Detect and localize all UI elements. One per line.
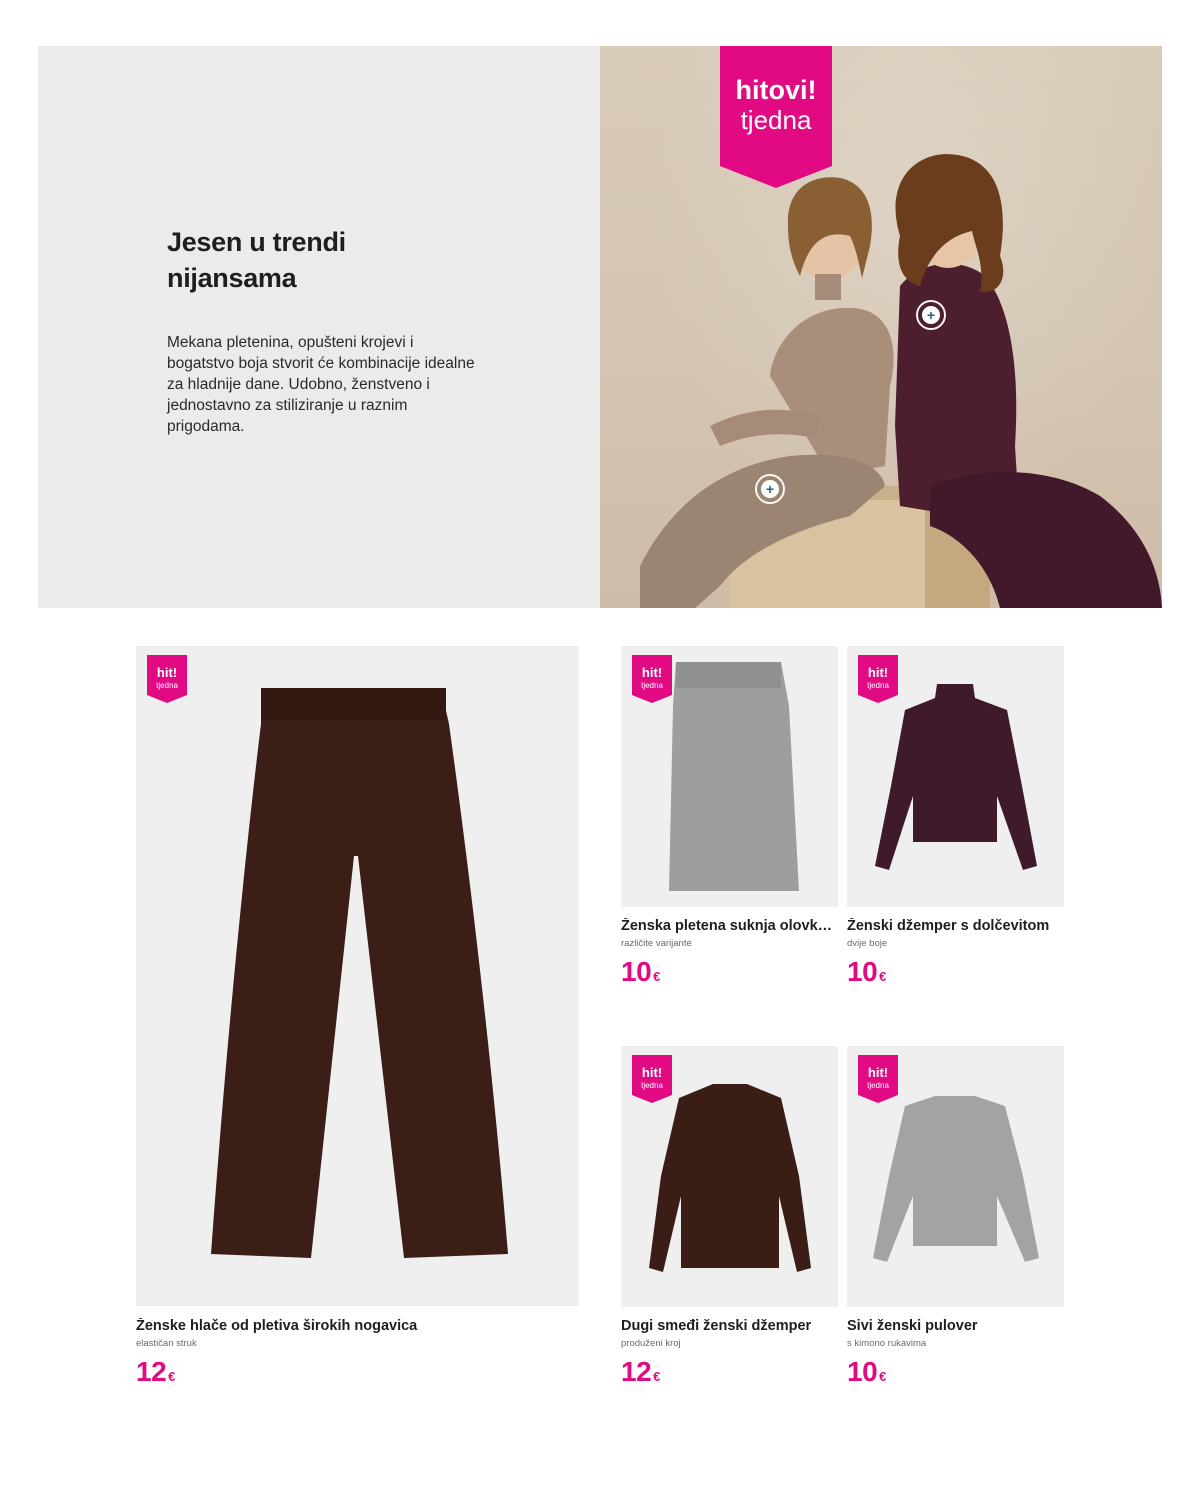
product-price: 10 € [847, 956, 886, 988]
product-title[interactable]: Ženski džemper s dolčevitom [847, 918, 1064, 934]
product-image[interactable]: hit! tjedna [621, 1046, 838, 1307]
hit-tjedna-badge: hit! tjedna [858, 1055, 898, 1103]
badge-hit-text: hit! [641, 665, 663, 680]
hit-tjedna-badge: hit! tjedna [858, 655, 898, 703]
price-value: 12 [621, 1356, 652, 1387]
product-card[interactable]: hit! tjedna Sivi ženski pulover s kimono… [847, 1046, 1064, 1396]
badge-tjedna-text: tjedna [867, 1081, 889, 1090]
product-subtitle: dvije boje [847, 938, 888, 949]
hitovi-tjedna-badge: hitovi! tjedna [720, 46, 832, 188]
hero-title-line1: Jesen u trendi [167, 227, 346, 257]
product-image[interactable]: hit! tjedna [136, 646, 579, 1306]
product-title[interactable]: Ženske hlače od pletiva širokih nogavica [136, 1318, 579, 1334]
price-currency: € [879, 969, 887, 984]
hero-photo-illustration [640, 154, 1162, 608]
price-value: 10 [621, 956, 652, 987]
hit-tjedna-badge: hit! tjedna [632, 655, 672, 703]
hero-photo: hitovi! tjedna + + [600, 46, 1162, 608]
product-card[interactable]: hit! tjedna Ženske hlače od pletiva širo… [136, 646, 579, 1406]
trousers-illustration [211, 688, 508, 1258]
badge-hit-text: hit! [867, 1065, 889, 1080]
hero-text-panel: Jesen u trendi nijansama Mekana pletenin… [38, 46, 600, 608]
badge-hit-text: hit! [156, 665, 178, 680]
product-subtitle: elastičan struk [136, 1338, 197, 1349]
price-currency: € [879, 1369, 887, 1384]
hit-tjedna-badge: hit! tjedna [632, 1055, 672, 1103]
badge-hit-text: hit! [867, 665, 889, 680]
badge-hit-text: hit! [641, 1065, 663, 1080]
hit-tjedna-badge: hit! tjedna [147, 655, 187, 703]
price-value: 10 [847, 1356, 878, 1387]
product-image[interactable]: hit! tjedna [621, 646, 838, 907]
product-price: 10 € [621, 956, 660, 988]
hero-title-line2: nijansama [167, 263, 297, 293]
hero-banner: Jesen u trendi nijansama Mekana pletenin… [38, 46, 1162, 608]
product-title[interactable]: Sivi ženski pulover [847, 1318, 1064, 1334]
price-value: 10 [847, 956, 878, 987]
product-image[interactable]: hit! tjedna [847, 1046, 1064, 1307]
product-price: 12 € [621, 1356, 660, 1388]
product-title[interactable]: Dugi smeđi ženski džemper [621, 1318, 838, 1334]
product-hotspot-sweater[interactable]: + [916, 300, 946, 330]
hero-title: Jesen u trendi nijansama [167, 224, 467, 296]
badge-hitovi-text: hitovi! [735, 75, 817, 105]
price-value: 12 [136, 1356, 167, 1387]
badge-tjedna-text: tjedna [641, 681, 663, 690]
plus-icon: + [761, 480, 779, 498]
product-title[interactable]: Ženska pletena suknja olovka ... [621, 918, 838, 934]
price-currency: € [653, 1369, 661, 1384]
badge-tjedna-text: tjedna [867, 681, 889, 690]
badge-tjedna-text: tjedna [740, 105, 812, 135]
product-subtitle: različite varijante [621, 938, 692, 949]
product-image[interactable]: hit! tjedna [847, 646, 1064, 907]
product-card[interactable]: hit! tjedna Ženska pletena suknja olovka… [621, 646, 838, 996]
hero-description: Mekana pletenina, opušteni krojevi i bog… [167, 334, 475, 435]
product-subtitle: produženi kroj [621, 1338, 681, 1349]
price-currency: € [168, 1369, 176, 1384]
product-subtitle: s kimono rukavima [847, 1338, 927, 1349]
badge-tjedna-text: tjedna [156, 681, 178, 690]
product-price: 12 € [136, 1356, 175, 1388]
plus-icon: + [922, 306, 940, 324]
product-card[interactable]: hit! tjedna Dugi smeđi ženski džemper pr… [621, 1046, 838, 1396]
product-hotspot-skirt[interactable]: + [755, 474, 785, 504]
product-card[interactable]: hit! tjedna Ženski džemper s dolčevitom … [847, 646, 1064, 996]
price-currency: € [653, 969, 661, 984]
badge-tjedna-text: tjedna [641, 1081, 663, 1090]
product-price: 10 € [847, 1356, 886, 1388]
